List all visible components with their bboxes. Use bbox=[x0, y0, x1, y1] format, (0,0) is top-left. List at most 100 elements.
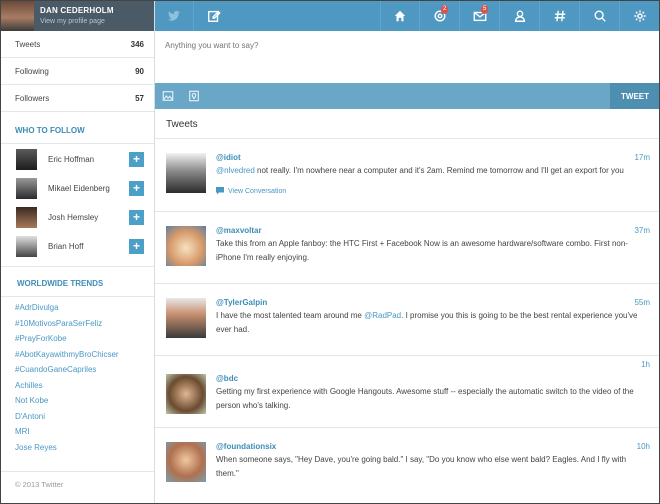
avatar[interactable] bbox=[16, 236, 37, 257]
tweet-button[interactable]: TWEET bbox=[610, 83, 659, 109]
trend-item[interactable]: MRI bbox=[1, 424, 154, 440]
settings-icon[interactable] bbox=[620, 1, 659, 31]
tweet-username[interactable]: @foundationsix bbox=[216, 442, 650, 451]
sidebar: DAN CEDERHOLM View my profile page Tweet… bbox=[1, 1, 155, 503]
follow-item: Mikael Eidenberg + bbox=[1, 174, 154, 203]
avatar[interactable] bbox=[16, 149, 37, 170]
avatar[interactable] bbox=[166, 442, 206, 482]
messages-icon[interactable]: 5 bbox=[460, 1, 500, 31]
search-icon[interactable] bbox=[580, 1, 620, 31]
profile-icon[interactable] bbox=[500, 1, 540, 31]
tweet-text: I have the most talented team around me … bbox=[216, 309, 650, 337]
avatar[interactable] bbox=[166, 374, 206, 414]
who-to-follow-list: Eric Hoffman + Mikael Eidenberg + Josh H… bbox=[1, 144, 154, 267]
tweet-username[interactable]: @maxvoltar bbox=[216, 226, 650, 235]
who-to-follow-heading: WHO TO FOLLOW bbox=[1, 112, 154, 144]
avatar[interactable] bbox=[1, 1, 34, 31]
tweet-timestamp[interactable]: 55m bbox=[634, 298, 650, 307]
copyright: © 2013 Twitter bbox=[1, 471, 154, 489]
profile-link[interactable]: View my profile page bbox=[40, 16, 114, 27]
compose-toolbar: TWEET bbox=[155, 83, 659, 109]
messages-badge: 5 bbox=[481, 5, 489, 14]
location-icon[interactable] bbox=[181, 83, 207, 109]
follow-name[interactable]: Mikael Eidenberg bbox=[48, 184, 129, 193]
avatar[interactable] bbox=[166, 298, 206, 338]
stat-following[interactable]: Following 90 bbox=[1, 58, 154, 85]
mentions-badge: 2 bbox=[441, 5, 449, 14]
trend-item[interactable]: #CuandoGaneCapriles bbox=[1, 362, 154, 378]
avatar[interactable] bbox=[16, 178, 37, 199]
profile-name: DAN CEDERHOLM bbox=[40, 6, 114, 15]
home-icon[interactable] bbox=[380, 1, 420, 31]
avatar[interactable] bbox=[166, 226, 206, 266]
speech-bubble-icon bbox=[216, 187, 224, 195]
tweet-item[interactable]: @foundationsix 10h When someone says, "H… bbox=[155, 428, 659, 488]
view-conversation-label: View Conversation bbox=[228, 187, 287, 195]
avatar[interactable] bbox=[16, 207, 37, 228]
stat-followers[interactable]: Followers 57 bbox=[1, 85, 154, 112]
tweet-body: I have the most talented team around me bbox=[216, 311, 365, 320]
tweet-item[interactable]: @TylerGalpin 55m I have the most talente… bbox=[155, 284, 659, 356]
trend-item[interactable]: Not Kobe bbox=[1, 393, 154, 409]
mention-link[interactable]: @RadPad bbox=[364, 311, 401, 320]
tweet-item[interactable]: @bdc 1h Getting my first experience with… bbox=[155, 356, 659, 428]
stat-label: Tweets bbox=[15, 39, 41, 49]
follow-item: Eric Hoffman + bbox=[1, 145, 154, 174]
follow-name[interactable]: Eric Hoffman bbox=[48, 155, 129, 164]
tweet-timestamp[interactable]: 1h bbox=[641, 360, 650, 369]
trend-item[interactable]: D'Antoni bbox=[1, 409, 154, 425]
tweet-timestamp[interactable]: 10h bbox=[637, 442, 650, 451]
stat-value: 90 bbox=[135, 66, 144, 76]
feed-title: Tweets bbox=[155, 109, 659, 139]
tweet-timestamp[interactable]: 17m bbox=[634, 153, 650, 162]
tweet-text: When someone says, "Hey Dave, you're goi… bbox=[216, 455, 627, 478]
follow-item: Josh Hemsley + bbox=[1, 203, 154, 232]
tweet-item[interactable]: @maxvoltar 37m Take this from an Apple f… bbox=[155, 212, 659, 284]
trend-item[interactable]: #AdrDivulga bbox=[1, 300, 154, 316]
tweet-username[interactable]: @TylerGalpin bbox=[216, 298, 650, 307]
follow-button[interactable]: + bbox=[129, 181, 144, 196]
follow-name[interactable]: Josh Hemsley bbox=[48, 213, 129, 222]
stat-label: Following bbox=[15, 66, 49, 76]
stat-value: 346 bbox=[130, 39, 144, 49]
follow-name[interactable]: Brian Hoff bbox=[48, 242, 129, 251]
tweet-text: @nlvedred not really. I'm nowhere near a… bbox=[216, 164, 650, 178]
twitter-bird-icon[interactable] bbox=[155, 1, 194, 31]
tweet-input[interactable] bbox=[155, 31, 659, 83]
trend-item[interactable]: Achilles bbox=[1, 378, 154, 394]
top-nav: 2 5 bbox=[155, 1, 659, 31]
tweet-text: Getting my first experience with Google … bbox=[216, 387, 634, 410]
trend-item[interactable]: Jose Reyes bbox=[1, 440, 154, 456]
twitter-app: DAN CEDERHOLM View my profile page Tweet… bbox=[0, 0, 660, 504]
tweet-timestamp[interactable]: 37m bbox=[634, 226, 650, 235]
hashtag-icon[interactable] bbox=[540, 1, 580, 31]
tweet-body: not really. I'm nowhere near a computer … bbox=[254, 166, 624, 175]
trends-list: #AdrDivulga #10MotivosParaSerFeliz #Pray… bbox=[1, 297, 154, 455]
follow-button[interactable]: + bbox=[129, 210, 144, 225]
tweet-username[interactable]: @idiot bbox=[216, 153, 650, 162]
follow-button[interactable]: + bbox=[129, 239, 144, 254]
tweet-username[interactable]: @bdc bbox=[216, 374, 650, 383]
trend-item[interactable]: #10MotivosParaSerFeliz bbox=[1, 316, 154, 332]
compose-icon[interactable] bbox=[194, 1, 233, 31]
tweet-feed: Tweets @idiot 17m @nlvedred not really. … bbox=[155, 109, 659, 503]
compose-area bbox=[155, 31, 659, 83]
image-icon[interactable] bbox=[155, 83, 181, 109]
tweet-text: Take this from an Apple fanboy: the HTC … bbox=[216, 239, 628, 262]
view-conversation-link[interactable]: View Conversation bbox=[216, 187, 650, 195]
mention-link[interactable]: @nlvedred bbox=[216, 166, 255, 175]
profile-header[interactable]: DAN CEDERHOLM View my profile page bbox=[1, 1, 154, 31]
follow-button[interactable]: + bbox=[129, 152, 144, 167]
stat-label: Followers bbox=[15, 93, 50, 103]
trend-item[interactable]: #AbotKayawithmyBroChicser bbox=[1, 347, 154, 363]
follow-item: Brian Hoff + bbox=[1, 232, 154, 261]
tweet-item[interactable]: @idiot 17m @nlvedred not really. I'm now… bbox=[155, 139, 659, 212]
avatar[interactable] bbox=[166, 153, 206, 193]
stat-tweets[interactable]: Tweets 346 bbox=[1, 31, 154, 58]
profile-text: DAN CEDERHOLM View my profile page bbox=[34, 5, 114, 27]
mentions-icon[interactable]: 2 bbox=[420, 1, 460, 31]
stat-value: 57 bbox=[135, 93, 144, 103]
trend-item[interactable]: #PrayForKobe bbox=[1, 331, 154, 347]
worldwide-trends-heading: WORLDWIDE TRENDS bbox=[1, 267, 154, 297]
